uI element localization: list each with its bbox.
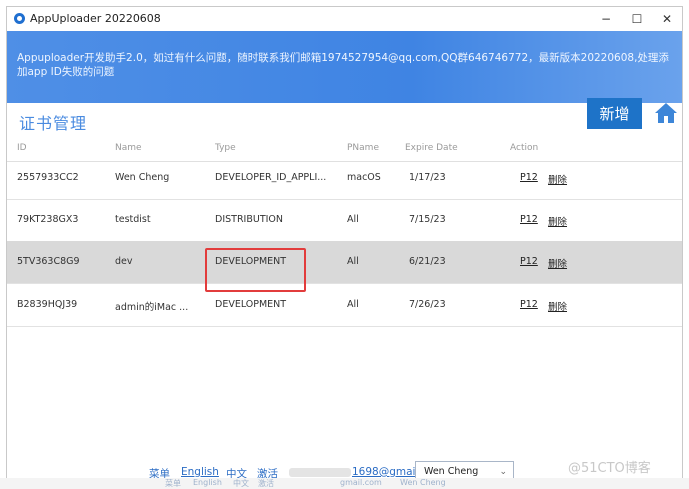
cell-expire-date: 1/17/23	[409, 172, 446, 183]
cell-id: 5TV363C8G9	[17, 256, 80, 267]
p12-link[interactable]: P12	[520, 172, 538, 183]
add-certificate-button[interactable]: 新增	[587, 98, 642, 129]
english-link[interactable]: English	[181, 466, 219, 478]
cell-name: admin的iMac ...	[115, 302, 189, 313]
redacted-email-mask	[289, 468, 351, 477]
maximize-button[interactable]: ☐	[623, 9, 651, 29]
cell-pname: macOS	[347, 172, 381, 183]
ghost-english: English	[193, 478, 222, 487]
annotation-highlight-box	[205, 248, 306, 292]
delete-link[interactable]: 删除	[548, 256, 567, 270]
ghost-account: Wen Cheng	[400, 478, 446, 487]
column-header-expire-date: Expire Date	[405, 143, 458, 153]
p12-link[interactable]: P12	[520, 299, 538, 310]
app-logo-icon	[14, 13, 25, 24]
table-row-selected[interactable]: 5TV363C8G9 dev DEVELOPMENT All 6/21/23 P…	[7, 241, 682, 284]
cell-name: Wen Cheng	[115, 172, 170, 183]
p12-link[interactable]: P12	[520, 256, 538, 267]
column-header-type: Type	[215, 143, 236, 153]
cell-pname: All	[347, 299, 359, 310]
banner-text: Appuploader开发助手2.0，如过有什么问题，随时联系我们邮箱19745…	[17, 52, 669, 78]
cell-type: DEVELOPER_ID_APPLI...	[215, 172, 327, 183]
close-button[interactable]: ✕	[653, 9, 681, 29]
ghost-email: gmail.com	[340, 478, 382, 487]
delete-link[interactable]: 删除	[548, 299, 567, 313]
home-icon[interactable]	[653, 100, 679, 126]
cell-expire-date: 7/15/23	[409, 214, 446, 225]
window-title: AppUploader 20220608	[30, 12, 161, 25]
ghost-chinese: 中文	[233, 479, 249, 488]
account-select-value: Wen Cheng	[424, 466, 479, 477]
cell-name: testdist	[115, 214, 151, 225]
delete-link[interactable]: 删除	[548, 214, 567, 228]
delete-link[interactable]: 删除	[548, 172, 567, 186]
table-row[interactable]: 2557933CC2 Wen Cheng DEVELOPER_ID_APPLI.…	[7, 157, 682, 200]
cell-type: DEVELOPMENT	[215, 299, 287, 310]
column-header-action: Action	[510, 143, 539, 153]
table-row[interactable]: B2839HQJ39 admin的iMac ... DEVELOPMENT Al…	[7, 284, 682, 327]
column-header-id: ID	[17, 143, 27, 153]
ghost-menu: 菜单	[165, 479, 181, 488]
column-header-pname: PName	[347, 143, 379, 153]
p12-link[interactable]: P12	[520, 214, 538, 225]
table-row[interactable]: 79KT238GX3 testdist DISTRIBUTION All 7/1…	[7, 199, 682, 242]
app-window: AppUploader 20220608 − ☐ ✕ Appuploader开发…	[6, 6, 683, 484]
cell-expire-date: 7/26/23	[409, 299, 446, 310]
cell-id: 79KT238GX3	[17, 214, 79, 225]
cell-name: dev	[115, 256, 133, 267]
ghost-activate: 激活	[258, 479, 274, 488]
cell-type: DISTRIBUTION	[215, 214, 284, 225]
column-header-name: Name	[115, 143, 142, 153]
cell-pname: All	[347, 256, 359, 267]
cell-pname: All	[347, 214, 359, 225]
minimize-button[interactable]: −	[592, 9, 620, 29]
watermark: @51CTO博客	[568, 461, 651, 476]
cell-id: 2557933CC2	[17, 172, 79, 183]
page-title: 证书管理	[19, 114, 88, 133]
cell-id: B2839HQJ39	[17, 299, 78, 310]
info-banner: Appuploader开发助手2.0，如过有什么问题，随时联系我们邮箱19745…	[7, 31, 682, 103]
cell-expire-date: 6/21/23	[409, 256, 446, 267]
background-window-strip: 菜单 English 中文 激活 gmail.com Wen Cheng	[0, 478, 689, 489]
title-bar: AppUploader 20220608 − ☐ ✕	[7, 7, 682, 31]
